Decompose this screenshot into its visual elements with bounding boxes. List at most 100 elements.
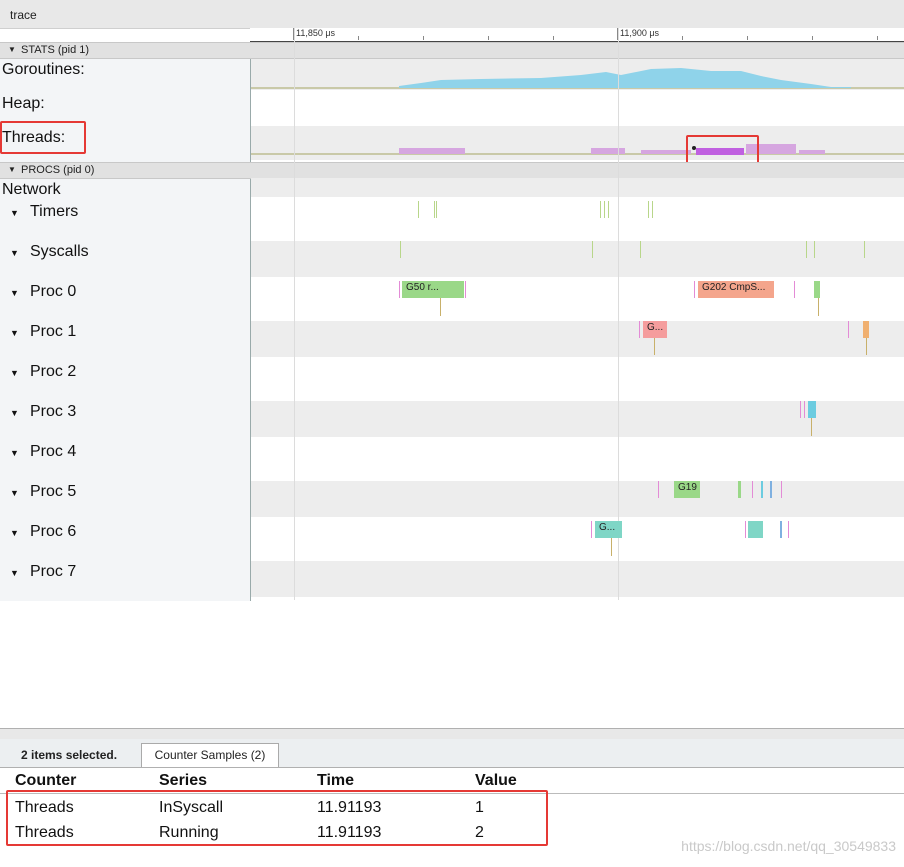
time-ruler[interactable]: 11,850 μs 11,900 μs [250, 28, 904, 42]
goroutines-counter-chart[interactable] [251, 59, 904, 90]
counter-label-heap[interactable]: Heap: [2, 95, 45, 113]
expand-triangle-icon[interactable]: ▼ [10, 568, 19, 578]
proc-flow-line [440, 298, 441, 316]
proc-event-mark[interactable] [800, 401, 801, 418]
syscall-event[interactable] [864, 241, 865, 258]
proc-event-mark[interactable] [781, 481, 782, 498]
goroutine-slice[interactable]: G... [643, 321, 667, 338]
row-label-proc2[interactable]: Proc 2 [30, 363, 76, 381]
timers-track[interactable] [251, 197, 904, 241]
proc0-track[interactable] [251, 277, 904, 321]
counter-label-goroutines[interactable]: Goroutines: [2, 61, 85, 79]
timer-event[interactable] [600, 201, 601, 218]
timer-event[interactable] [434, 201, 435, 218]
proc-event-mark[interactable] [399, 281, 400, 298]
trace-title-bar: trace [0, 0, 904, 29]
row-label-proc5[interactable]: Proc 5 [30, 483, 76, 501]
timer-event[interactable] [436, 201, 437, 218]
proc-event-mark[interactable] [863, 321, 869, 338]
expand-triangle-icon[interactable]: ▼ [10, 488, 19, 498]
column-header-series[interactable]: Series [159, 772, 207, 790]
proc-event-mark[interactable] [745, 521, 746, 538]
expand-triangle-icon[interactable]: ▼ [10, 408, 19, 418]
syscall-event[interactable] [640, 241, 641, 258]
proc-event-mark[interactable] [639, 321, 640, 338]
timer-event[interactable] [418, 201, 419, 218]
row-label-proc1[interactable]: Proc 1 [30, 323, 76, 341]
proc-event-mark[interactable] [780, 521, 782, 538]
proc-event-mark[interactable] [658, 481, 659, 498]
proc-event-mark[interactable] [808, 401, 816, 418]
ruler-minor-tick [747, 36, 748, 40]
goroutine-slice[interactable]: G202 CmpS... [698, 281, 774, 298]
expand-triangle-icon[interactable]: ▼ [10, 248, 19, 258]
row-label-proc7[interactable]: Proc 7 [30, 563, 76, 581]
column-header-value[interactable]: Value [475, 772, 517, 790]
expand-triangle-icon[interactable]: ▼ [10, 448, 19, 458]
row-label-timers[interactable]: Timers [30, 203, 78, 221]
network-track[interactable] [251, 178, 904, 197]
row-label-proc6[interactable]: Proc 6 [30, 523, 76, 541]
proc2-track[interactable] [251, 357, 904, 401]
proc-event-mark[interactable] [748, 521, 763, 538]
heap-track[interactable] [251, 90, 904, 126]
proc3-track[interactable] [251, 401, 904, 437]
proc1-track[interactable] [251, 321, 904, 357]
threads-insyscall-area [799, 150, 825, 154]
threads-counter-chart[interactable] [251, 126, 904, 160]
proc-flow-line [818, 298, 819, 316]
proc-flow-line [654, 338, 655, 355]
proc-event-mark[interactable] [591, 521, 592, 538]
proc-event-mark[interactable] [761, 481, 763, 498]
row-label-proc0[interactable]: Proc 0 [30, 283, 76, 301]
column-header-time[interactable]: Time [317, 772, 354, 790]
syscall-event[interactable] [400, 241, 401, 258]
column-header-counter[interactable]: Counter [15, 772, 76, 790]
row-label-syscalls[interactable]: Syscalls [30, 243, 89, 261]
proc5-track[interactable] [251, 481, 904, 517]
timer-event[interactable] [648, 201, 649, 218]
ruler-minor-tick [877, 36, 878, 40]
threads-insyscall-area [641, 150, 691, 154]
timer-event[interactable] [604, 201, 605, 218]
row-label-proc4[interactable]: Proc 4 [30, 443, 76, 461]
proc-event-mark[interactable] [804, 401, 805, 418]
collapse-triangle-icon[interactable]: ▼ [8, 165, 16, 174]
proc-event-mark[interactable] [770, 481, 772, 498]
timer-event[interactable] [608, 201, 609, 218]
goroutine-slice[interactable]: G50 r... [402, 281, 464, 298]
goroutine-slice[interactable]: G... [595, 521, 622, 538]
syscall-event[interactable] [806, 241, 807, 258]
stats-section-header[interactable]: ▼ STATS (pid 1) [0, 42, 904, 59]
expand-triangle-icon[interactable]: ▼ [10, 288, 19, 298]
proc-event-mark[interactable] [794, 281, 795, 298]
selection-summary: 2 items selected. [21, 748, 118, 762]
syscall-event[interactable] [592, 241, 593, 258]
proc-event-mark[interactable] [788, 521, 789, 538]
proc7-track[interactable] [251, 561, 904, 597]
collapse-triangle-icon[interactable]: ▼ [8, 45, 16, 54]
expand-triangle-icon[interactable]: ▼ [10, 528, 19, 538]
threads-label-highlight [0, 121, 86, 154]
proc4-track[interactable] [251, 437, 904, 481]
syscall-event[interactable] [814, 241, 815, 258]
row-label-network[interactable]: Network [2, 181, 61, 199]
goroutine-slice[interactable]: G19 [674, 481, 700, 498]
goroutines-area [399, 68, 851, 88]
proc-flow-line [611, 538, 612, 556]
proc-event-mark[interactable] [814, 281, 820, 298]
procs-section-header[interactable]: ▼ PROCS (pid 0) [0, 162, 904, 179]
proc-event-mark[interactable] [465, 281, 466, 298]
tab-counter-samples[interactable]: Counter Samples (2) [141, 743, 279, 767]
proc6-track[interactable] [251, 517, 904, 561]
proc-event-mark[interactable] [694, 281, 695, 298]
proc-event-mark[interactable] [848, 321, 849, 338]
expand-triangle-icon[interactable]: ▼ [10, 328, 19, 338]
timer-event[interactable] [652, 201, 653, 218]
proc-event-mark[interactable] [752, 481, 753, 498]
expand-triangle-icon[interactable]: ▼ [10, 208, 19, 218]
row-label-proc3[interactable]: Proc 3 [30, 403, 76, 421]
proc-event-mark[interactable] [738, 481, 741, 498]
expand-triangle-icon[interactable]: ▼ [10, 368, 19, 378]
time-gridline [294, 28, 295, 600]
